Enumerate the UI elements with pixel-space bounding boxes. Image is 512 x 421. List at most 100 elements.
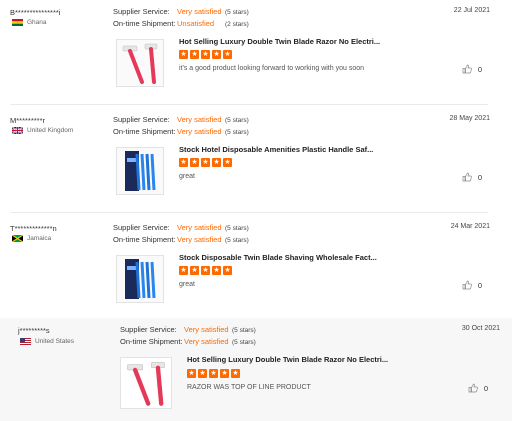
product-title-link[interactable]: Stock Disposable Twin Blade Shaving Whol… (179, 253, 377, 262)
review-date: 28 May 2021 (449, 115, 490, 122)
blue-razor-pack-image (125, 151, 156, 191)
review-divider (10, 104, 488, 105)
like-count: 0 (477, 64, 482, 74)
country-name: United Kingdom (27, 127, 74, 134)
jamaica-flag-icon (12, 235, 23, 242)
ontime-shipment-stars: (5 stars) (225, 129, 249, 136)
buyer-country: United Kingdom (12, 127, 73, 134)
like-button[interactable]: 0 (462, 64, 482, 74)
buyer-country: Jamaica (12, 235, 51, 242)
thumbs-up-icon (462, 172, 472, 182)
ontime-shipment-rating: On-time Shipment:Unsatisfied (2 stars) (113, 19, 249, 28)
buyer-name: j*********s (18, 326, 50, 335)
product-title-link[interactable]: Hot Selling Luxury Double Twin Blade Raz… (179, 37, 380, 46)
product-thumbnail[interactable] (116, 39, 164, 87)
buyer-name: B***************i (10, 8, 61, 17)
supplier-service-rating: Supplier Service: Very satisfied (5 stars) (113, 7, 249, 16)
like-count: 0 (483, 383, 488, 393)
star-icon: ★ (220, 369, 229, 378)
ontime-shipment-stars: (5 stars) (225, 237, 249, 244)
star-icon: ★ (223, 266, 232, 275)
star-icon: ★ (212, 266, 221, 275)
supplier-service-value: Very satisfied (184, 325, 229, 334)
review-divider (10, 212, 488, 213)
ontime-shipment-stars: (2 stars) (225, 21, 249, 28)
review-comment: RAZOR WAS TOP OF LINE PRODUCT (187, 384, 311, 391)
star-icon: ★ (179, 266, 188, 275)
product-title-link[interactable]: Stock Hotel Disposable Amenities Plastic… (179, 145, 373, 154)
supplier-service-value: Very satisfied (177, 115, 222, 124)
review-date: 30 Oct 2021 (461, 325, 500, 332)
star-icon: ★ (201, 158, 210, 167)
review-comment: it's a good product looking forward to w… (179, 65, 364, 72)
ontime-shipment-rating: On-time Shipment:Very satisfied (5 stars) (113, 127, 249, 136)
buyer-name: T*************n (10, 224, 57, 233)
review-comment: great (179, 173, 195, 180)
uk-flag-icon (12, 127, 23, 134)
like-count: 0 (477, 280, 482, 290)
supplier-service-rating: Supplier Service: Very satisfied (5 stars) (113, 223, 249, 232)
star-icon: ★ (231, 369, 240, 378)
ontime-shipment-value: Unsatisfied (177, 19, 215, 28)
product-thumbnail[interactable] (120, 357, 172, 409)
review-comment: great (179, 281, 195, 288)
product-star-rating: ★ ★ ★ ★ ★ (187, 369, 240, 378)
supplier-service-rating: Supplier Service: Very satisfied (5 stars) (113, 115, 249, 124)
us-flag-icon (20, 338, 31, 345)
supplier-service-stars: (5 stars) (225, 9, 249, 16)
review-highlight-background (0, 318, 512, 421)
ontime-shipment-value: Very satisfied (177, 235, 222, 244)
supplier-service-rating: Supplier Service: Very satisfied (5 stars) (120, 325, 256, 334)
like-count: 0 (477, 172, 482, 182)
ontime-shipment-label: On-time Shipment: (113, 19, 176, 28)
blue-razor-pack-image (125, 259, 156, 299)
country-name: United States (35, 338, 75, 345)
star-icon: ★ (212, 158, 221, 167)
ontime-shipment-value: Very satisfied (177, 127, 222, 136)
product-star-rating: ★ ★ ★ ★ ★ (179, 158, 232, 167)
country-name: Ghana (27, 19, 47, 26)
product-thumbnail[interactable] (116, 255, 164, 303)
like-button[interactable]: 0 (468, 383, 488, 393)
thumbs-up-icon (462, 64, 472, 74)
supplier-service-stars: (5 stars) (232, 327, 256, 334)
buyer-country: United States (20, 338, 74, 345)
review-date: 24 Mar 2021 (450, 223, 490, 230)
product-title-link[interactable]: Hot Selling Luxury Double Twin Blade Raz… (187, 355, 388, 364)
star-icon: ★ (201, 266, 210, 275)
star-icon: ★ (223, 50, 232, 59)
star-icon: ★ (201, 50, 210, 59)
supplier-service-value: Very satisfied (177, 7, 222, 16)
supplier-service-label: Supplier Service: (113, 115, 170, 124)
ontime-shipment-label: On-time Shipment: (120, 337, 183, 346)
supplier-service-label: Supplier Service: (120, 325, 177, 334)
star-icon: ★ (209, 369, 218, 378)
review-date: 22 Jul 2021 (453, 7, 490, 14)
ontime-shipment-rating: On-time Shipment:Very satisfied (5 stars) (120, 337, 256, 346)
star-icon: ★ (179, 158, 188, 167)
ghana-flag-icon (12, 19, 23, 26)
product-star-rating: ★ ★ ★ ★ ★ (179, 266, 232, 275)
supplier-service-label: Supplier Service: (113, 7, 170, 16)
ontime-shipment-label: On-time Shipment: (113, 235, 176, 244)
pink-razor-image (122, 43, 158, 84)
star-icon: ★ (198, 369, 207, 378)
supplier-service-stars: (5 stars) (225, 225, 249, 232)
supplier-service-label: Supplier Service: (113, 223, 170, 232)
product-star-rating: ★ ★ ★ ★ ★ (179, 50, 232, 59)
star-icon: ★ (223, 158, 232, 167)
like-button[interactable]: 0 (462, 280, 482, 290)
star-icon: ★ (190, 158, 199, 167)
buyer-country: Ghana (12, 19, 47, 26)
like-button[interactable]: 0 (462, 172, 482, 182)
thumbs-up-icon (462, 280, 472, 290)
star-icon: ★ (212, 50, 221, 59)
star-icon: ★ (187, 369, 196, 378)
ontime-shipment-rating: On-time Shipment:Very satisfied (5 stars) (113, 235, 249, 244)
star-icon: ★ (179, 50, 188, 59)
ontime-shipment-stars: (5 stars) (232, 339, 256, 346)
product-thumbnail[interactable] (116, 147, 164, 195)
star-icon: ★ (190, 50, 199, 59)
buyer-name: M*********r (10, 116, 46, 125)
star-icon: ★ (190, 266, 199, 275)
